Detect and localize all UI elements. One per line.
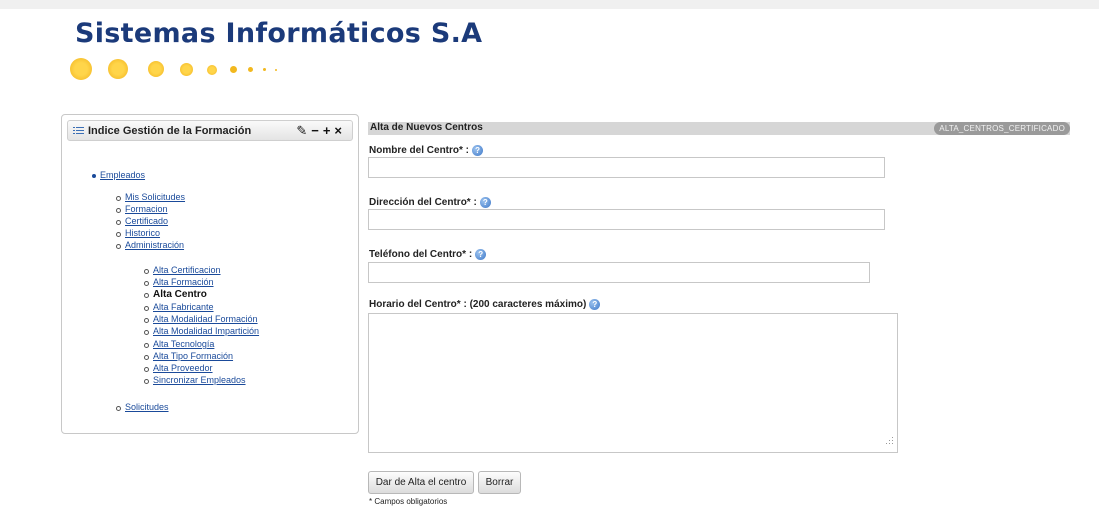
direccion-centro-input[interactable] — [368, 209, 885, 230]
direccion-label: Dirección del Centro* :? — [369, 197, 491, 208]
form-code-badge: ALTA_CENTROS_CERTIFICADO — [934, 122, 1070, 135]
menu-item-alta-modalidad-formacion[interactable]: Alta Modalidad Formación — [153, 314, 258, 324]
horario-label: Horario del Centro* : (200 caracteres má… — [369, 299, 601, 310]
form-title: Alta de Nuevos Centros — [370, 122, 483, 133]
menu-item-formacion[interactable]: Formacion — [125, 204, 168, 214]
help-icon[interactable]: ? — [472, 145, 484, 156]
resize-grip-icon[interactable] — [886, 437, 894, 445]
menu-item-alta-formacion[interactable]: Alta Formación — [153, 277, 214, 287]
menu-item-alta-centro[interactable]: Alta Centro — [153, 289, 207, 300]
menu-item-empleados[interactable]: Empleados — [100, 170, 145, 180]
help-icon[interactable]: ? — [475, 249, 487, 260]
menu-item-mis-solicitudes[interactable]: Mis Solicitudes — [125, 192, 185, 202]
menu-item-alta-tipo-formacion[interactable]: Alta Tipo Formación — [153, 351, 233, 361]
nombre-centro-input[interactable] — [368, 157, 885, 178]
menu-item-alta-fabricante[interactable]: Alta Fabricante — [153, 302, 214, 312]
menu-item-alta-proveedor[interactable]: Alta Proveedor — [153, 363, 213, 373]
menu-item-solicitudes[interactable]: Solicitudes — [125, 402, 169, 412]
navigation-portlet: Indice Gestión de la Formación ✎−+× Empl… — [61, 114, 359, 434]
menu-item-sincronizar-empleados[interactable]: Sincronizar Empleados — [153, 375, 246, 385]
telefono-centro-input[interactable] — [368, 262, 870, 283]
reset-button[interactable]: Borrar — [478, 471, 521, 494]
logo-dots — [70, 56, 290, 82]
nombre-label: Nombre del Centro* :? — [369, 145, 484, 156]
help-icon[interactable]: ? — [589, 299, 601, 310]
form-header-bar: Alta de Nuevos Centros ALTA_CENTROS_CERT… — [368, 122, 1070, 135]
menu-item-historico[interactable]: Historico — [125, 228, 160, 238]
menu-item-administracion[interactable]: Administración — [125, 240, 184, 250]
menu-item-alta-modalidad-imparticion[interactable]: Alta Modalidad Impartición — [153, 326, 259, 336]
menu-item-certificado[interactable]: Certificado — [125, 216, 168, 226]
menu-item-alta-certificacion[interactable]: Alta Certificacion — [153, 265, 221, 275]
telefono-label: Teléfono del Centro* :? — [369, 249, 487, 260]
horario-centro-textarea[interactable] — [368, 313, 898, 453]
submit-button[interactable]: Dar de Alta el centro — [368, 471, 474, 494]
company-logo-title: Sistemas Informáticos S.A — [75, 18, 483, 49]
navigation-menu: Empleados Mis Solicitudes Formacion Cert… — [62, 115, 358, 433]
menu-item-alta-tecnologia[interactable]: Alta Tecnología — [153, 339, 214, 349]
required-fields-note: * Campos obligatorios — [369, 497, 448, 506]
help-icon[interactable]: ? — [479, 197, 491, 208]
